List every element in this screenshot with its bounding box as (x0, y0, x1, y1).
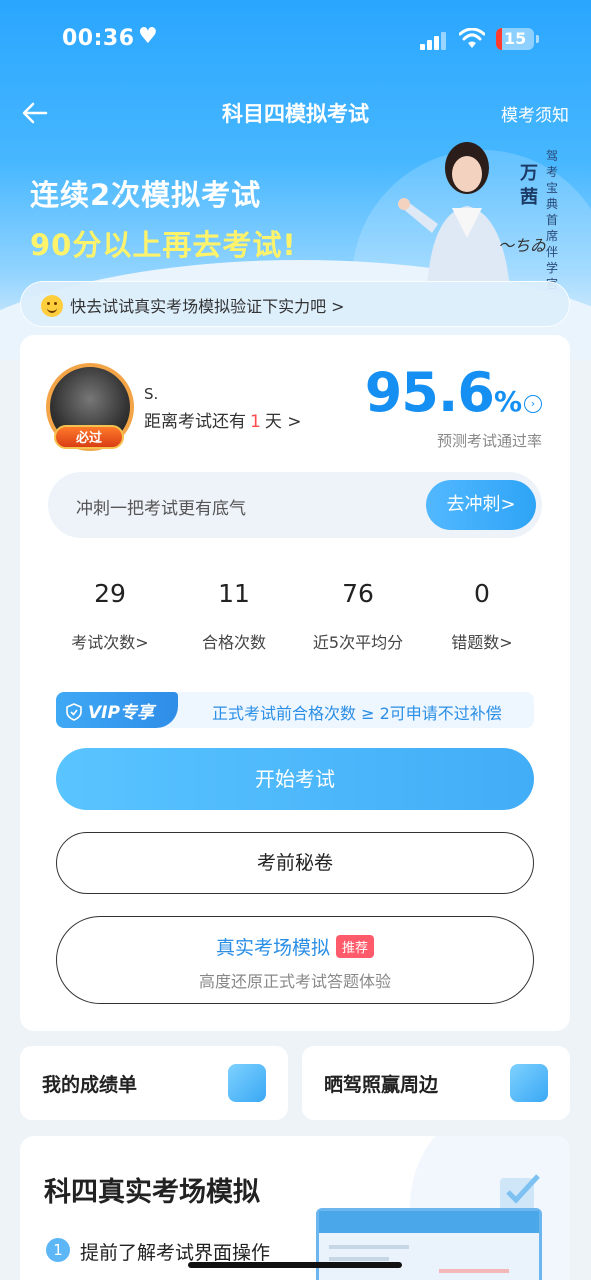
status-time: 00:36 (62, 26, 135, 51)
shield-icon (66, 703, 82, 721)
hero-headline: 连续2次模拟考试 (30, 178, 262, 212)
exam-preview-image (316, 1208, 542, 1280)
sprint-button[interactable]: 去冲刺> (426, 480, 536, 530)
battery-level: 15 (504, 29, 527, 48)
signature-image: 〜ちゐ (498, 236, 547, 255)
pass-rate-label: 预测考试通过率 (436, 432, 542, 450)
start-exam-button[interactable]: 开始考试 (56, 748, 534, 810)
presenter-image (398, 142, 510, 288)
pass-rate-value: 95.6 (364, 361, 495, 424)
recommend-badge: 推荐 (336, 935, 375, 958)
stat-average-score: 76 近5次平均分 (312, 579, 404, 652)
exam-notice-link[interactable]: 模考须知 (501, 101, 569, 126)
sim-title: 真实考场模拟 (215, 937, 330, 959)
stats-row: 29 考试次数> 11 合格次数 76 近5次平均分 0 错题数> (48, 579, 544, 659)
chevron-right-icon[interactable]: › (524, 395, 542, 413)
step-text: 提前了解考试界面操作 (80, 1242, 271, 1264)
avatar-badge: 必过 (54, 425, 124, 449)
exam-card: 必过 S. 距离考试还有 1 天 > 95.6% › 预测考试通过率 冲刺一把考试更有… (20, 335, 570, 1031)
hero-subheadline: 90分以上再去考试! (30, 228, 297, 262)
presenter-name: 万茜 (520, 163, 538, 208)
vip-tag: VIP专享 (56, 692, 178, 728)
home-indicator (188, 1262, 402, 1268)
smile-icon (41, 295, 63, 317)
pass-rate[interactable]: 95.6% › (365, 363, 542, 423)
sim-subtitle: 高度还原正式考试答题体验 (198, 972, 391, 991)
stat-wrong-count[interactable]: 0 错题数> (420, 579, 544, 653)
battery-icon: 15 (496, 28, 534, 50)
share-license-card[interactable]: 晒驾照赢周边 (302, 1046, 570, 1120)
step-number: 1 (46, 1238, 70, 1262)
status-bar: 00:36 ♥ 15 (0, 0, 591, 80)
countdown-days: 1 (250, 412, 261, 432)
real-exam-sim-button[interactable]: 真实考场模拟 推荐 高度还原正式考试答题体验 (56, 916, 534, 1004)
stat-exam-count[interactable]: 29 考试次数> (48, 579, 172, 653)
signal-icon (420, 30, 446, 50)
tip-text: 快去试试真实考场模拟验证下实力吧 > (70, 297, 345, 316)
search-report-icon (228, 1064, 266, 1102)
stat-pass-count: 11 合格次数 (201, 579, 266, 652)
wifi-icon (459, 28, 485, 48)
sprint-text: 冲刺一把考试更有底气 (76, 499, 246, 519)
id-card-icon (510, 1064, 548, 1102)
user-name: S. (144, 385, 159, 403)
presenter-title: 驾考宝典首席伴学官 (546, 149, 559, 291)
pass-rate-unit: % (493, 385, 522, 418)
real-exam-intro-card[interactable]: 科四真实考场模拟 1 提前了解考试界面操作 (20, 1136, 570, 1280)
section-title: 科四真实考场模拟 (44, 1177, 260, 1208)
exam-countdown[interactable]: 距离考试还有 1 天 > (144, 407, 301, 432)
sprint-bar: 冲刺一把考试更有底气 去冲刺> (48, 472, 542, 538)
real-exam-tip-bar[interactable]: 快去试试真实考场模拟验证下实力吧 > (20, 281, 570, 327)
secret-paper-button[interactable]: 考前秘卷 (56, 832, 534, 894)
heart-icon: ♥ (138, 24, 158, 49)
vip-text: 正式考试前合格次数 ≥ 2可申请不过补偿 (212, 704, 502, 723)
check-icon (500, 1174, 540, 1210)
vip-bar[interactable]: VIP专享 正式考试前合格次数 ≥ 2可申请不过补偿 (56, 692, 534, 728)
score-report-card[interactable]: 我的成绩单 (20, 1046, 288, 1120)
